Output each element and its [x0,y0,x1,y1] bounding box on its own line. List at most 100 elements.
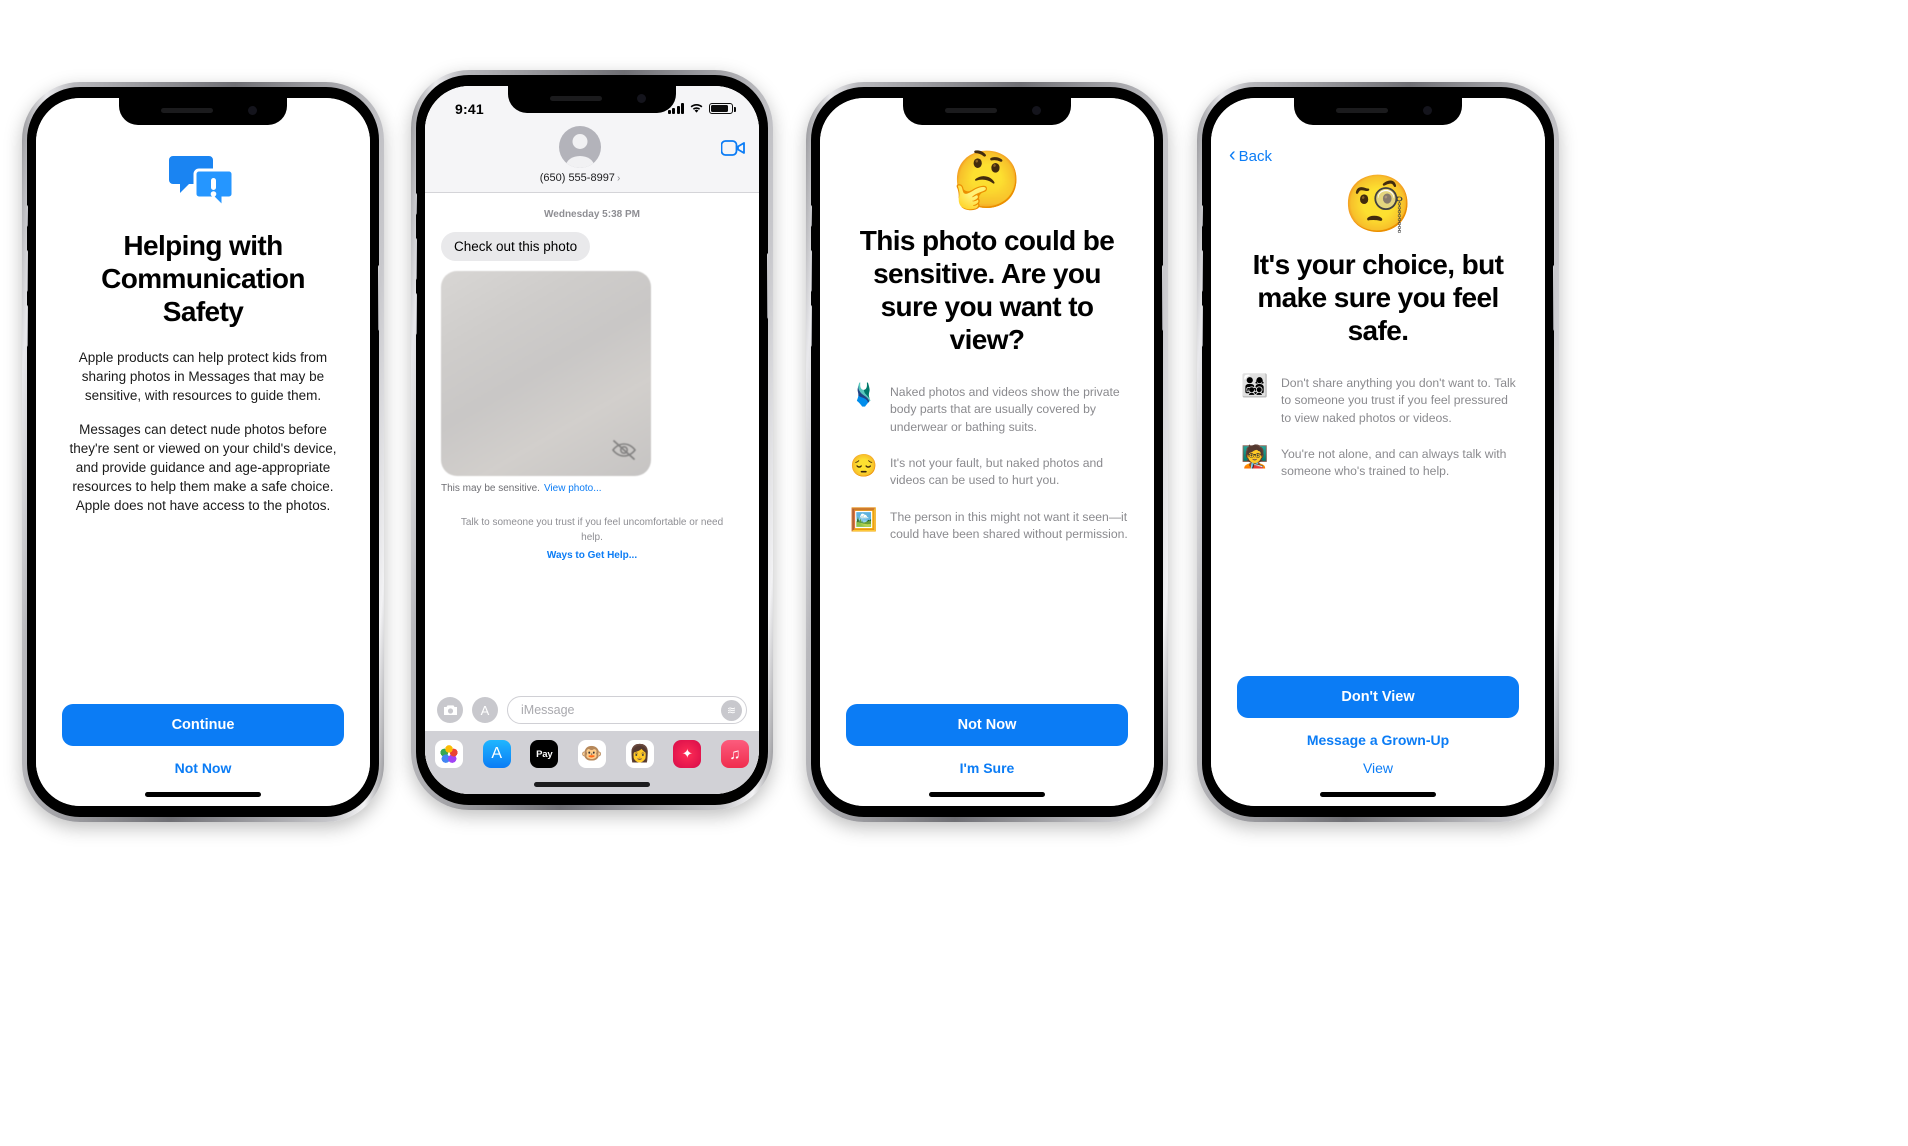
avatar [559,126,601,168]
volume-down-button[interactable] [1202,305,1203,347]
fitness-app-icon[interactable]: ✦ [673,740,702,768]
blurred-photo-attachment[interactable] [441,271,651,476]
home-indicator[interactable] [145,792,261,797]
wifi-icon [300,115,315,126]
silent-switch[interactable] [27,205,28,227]
wifi-icon [1084,115,1099,126]
status-time: 9:41 [66,112,95,129]
contact-info[interactable]: (650) 555-8997 › [439,126,721,184]
sensitive-notice-text: This may be sensitive. [441,483,540,494]
list-item-text: You're not alone, and can always talk wi… [1281,447,1507,479]
wifi-icon [1475,115,1490,126]
onboarding-content-4: 🧐 It's your choice, but make sure you fe… [1211,98,1545,806]
eye-slash-icon [612,440,636,460]
phone-2-body: 9:41 chevron-left-icon [416,75,768,805]
home-indicator[interactable] [1320,792,1436,797]
wifi-icon [689,103,704,114]
audio-waveform-icon[interactable]: ≋ [721,699,742,721]
volume-up-button[interactable] [1202,250,1203,292]
volume-up-button[interactable] [27,250,28,292]
not-now-button[interactable]: Not Now [62,760,344,776]
notch [1294,98,1462,125]
imessage-input[interactable]: iMessage ≋ [507,696,747,724]
front-camera [1032,106,1041,115]
not-now-button[interactable]: Not Now [846,704,1128,746]
notch [903,98,1071,125]
front-camera [1423,106,1432,115]
silent-switch[interactable] [811,205,812,227]
memoji-app-icon[interactable]: 🐵 [577,740,606,768]
power-button[interactable] [1553,265,1554,331]
list-item-text: The person in this might not want it see… [890,509,1128,542]
family-icon: 👨‍👩‍👧‍👦 [1241,373,1269,399]
camera-icon[interactable] [437,697,463,723]
message-a-grown-up-button[interactable]: Message a Grown-Up [1237,732,1519,748]
back-button[interactable]: ‹ Back [1229,145,1272,166]
message-alert-icon [62,152,344,213]
power-button[interactable] [378,265,379,331]
screenshot-stage: 9:41 Helping with Communication Safety A… [0,0,1908,1146]
list-item: 🖼️ The person in this might not want it … [846,507,1128,544]
volume-down-button[interactable] [416,293,417,335]
silent-switch[interactable] [1202,205,1203,227]
facetime-video-button[interactable] [720,126,745,161]
view-button[interactable]: View [1237,760,1519,776]
front-camera [248,106,257,115]
description-block-1: Apple products can help protect kids fro… [62,348,344,515]
volume-down-button[interactable] [811,305,812,347]
swimsuit-icon: 🩱 [850,382,878,408]
earpiece-speaker [945,108,997,113]
phone-2-screen: 9:41 chevron-left-icon [425,86,759,794]
battery-icon [709,103,736,114]
volume-down-button[interactable] [27,305,28,347]
home-indicator[interactable] [534,782,650,787]
page-title: This photo could be sensitive. Are you s… [859,225,1115,356]
phone-4-body: 9:41 ‹ Back 🧐 It's your choice, but make… [1202,87,1554,817]
phone-2-messages: 9:41 chevron-left-icon [411,70,773,810]
photos-app-icon[interactable] [435,740,463,768]
ways-to-get-help-link[interactable]: Ways to Get Help... [459,549,725,564]
framed-picture-icon: 🖼️ [850,506,878,532]
app-store-app-icon[interactable]: A [482,740,511,768]
dont-view-button[interactable]: Don't View [1237,676,1519,718]
home-indicator[interactable] [929,792,1045,797]
phone-3-body: 9:41 🤔 This photo could be sensitive. Ar… [811,87,1163,817]
avatar-head [572,134,588,149]
message-timestamp: Wednesday 5:38 PM [544,209,640,220]
volume-up-button[interactable] [416,238,417,280]
messages-conversation: chevron-left-icon (650) 555-8997› [425,86,759,794]
volume-up-button[interactable] [811,250,812,292]
hero-4: 🧐 It's your choice, but make sure you fe… [1237,176,1519,347]
notch [508,86,676,113]
music-app-icon[interactable]: ♫ [720,740,749,768]
continue-button[interactable]: Continue [62,704,344,746]
sad-face-icon: 😔 [850,453,878,479]
earpiece-speaker [550,96,602,101]
thinking-face-icon: 🤔 [952,148,1022,211]
memoji-people-app-icon[interactable]: 👩 [625,740,654,768]
bullet-list-4: 👨‍👩‍👧‍👦 Don't share anything you don't w… [1237,373,1519,481]
apple-pay-app-icon[interactable]: Pay [530,740,559,768]
power-button[interactable] [767,253,768,319]
im-sure-button[interactable]: I'm Sure [846,760,1128,776]
phone-4-screen: 9:41 ‹ Back 🧐 It's your choice, but make… [1211,98,1545,806]
list-item: 🧑‍🏫 You're not alone, and can always tal… [1237,444,1519,481]
phone-1-onboarding: 9:41 Helping with Communication Safety A… [22,82,384,822]
avatar-body [566,156,594,168]
power-button[interactable] [1162,265,1163,331]
message-list: Wednesday 5:38 PM Check out this photo T… [425,193,759,687]
status-indicators [1062,115,1131,126]
phone-1-body: 9:41 Helping with Communication Safety A… [27,87,379,817]
list-item-text: Naked photos and videos show the private… [890,385,1120,434]
view-photo-link[interactable]: View photo... [544,483,602,494]
guidance-block: Talk to someone you trust if you feel un… [441,516,743,564]
onboarding-content-1: Helping with Communication Safety Apple … [36,98,370,806]
battery-icon [320,115,347,126]
silent-switch[interactable] [416,193,417,215]
app-store-icon[interactable]: A [472,697,498,723]
list-item: 🩱 Naked photos and videos show the priva… [846,382,1128,436]
monocle-face-icon: 🧐 [1343,172,1413,235]
page-title: It's your choice, but make sure you feel… [1252,249,1504,347]
battery-icon [1495,115,1522,126]
